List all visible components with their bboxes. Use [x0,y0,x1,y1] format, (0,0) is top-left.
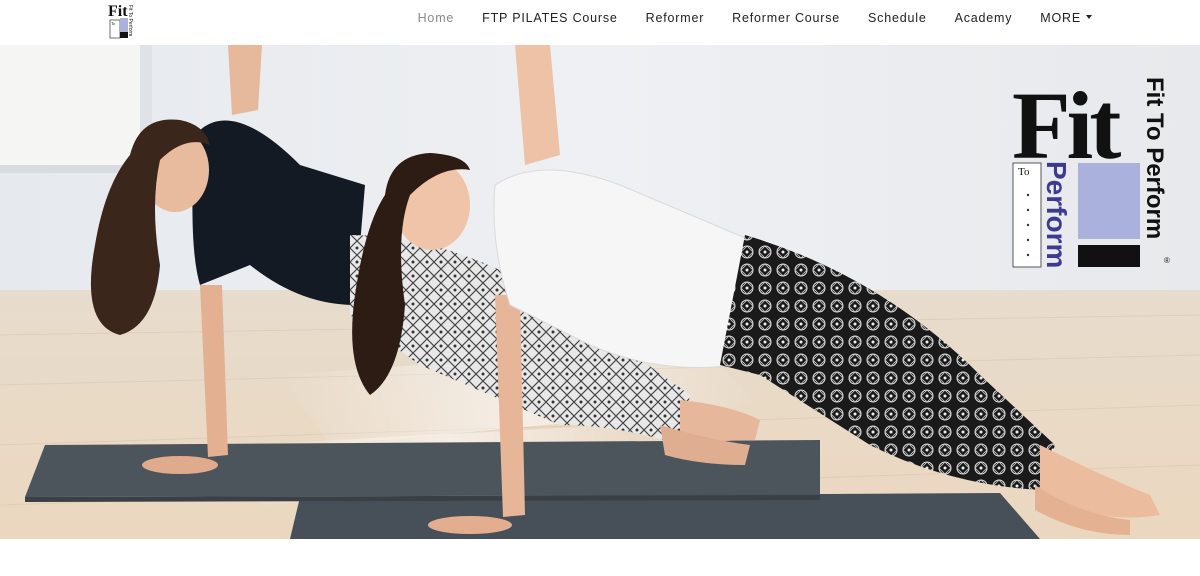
nav-item-reformer-course[interactable]: Reformer Course [732,11,840,25]
logo-small-fit-text: Fit [108,3,128,20]
logo-small-to-text: To [111,21,115,26]
nav-item-reformer[interactable]: Reformer [646,11,705,25]
registered-mark: ® [1164,256,1170,265]
hero-banner: Fit To Perform Fit To Perform ® [0,45,1200,539]
main-nav: Home FTP PILATES Course Reformer Reforme… [390,0,1092,36]
site-logo[interactable]: Fit To Fit To Perform [108,2,138,40]
site-header: Fit To Fit To Perform Home FTP PILATES C… [0,0,1200,45]
logo-small-side-text: Fit To Perform [127,5,133,36]
nav-item-academy[interactable]: Academy [955,11,1013,25]
nav-item-more[interactable]: MORE [1040,11,1092,25]
page-bottom-space [0,539,1200,576]
nav-item-ftp-pilates-course[interactable]: FTP PILATES Course [482,11,618,25]
hero-logo-perform-text: Perform [1041,161,1072,268]
nav-item-schedule[interactable]: Schedule [868,11,927,25]
pilates-side-plank-photo: Fit To Perform Fit To Perform ® [0,45,1200,539]
nav-more-label: MORE [1040,11,1081,25]
chevron-down-icon [1086,14,1092,19]
page: Fit To Fit To Perform Home FTP PILATES C… [0,0,1200,576]
nav-item-home[interactable]: Home [418,11,455,25]
hero-logo-to-text: To [1018,166,1030,178]
hero-logo: Fit To Perform Fit To Perform ® [1012,72,1170,268]
hero-logo-side-text: Fit To Perform [1141,77,1168,239]
